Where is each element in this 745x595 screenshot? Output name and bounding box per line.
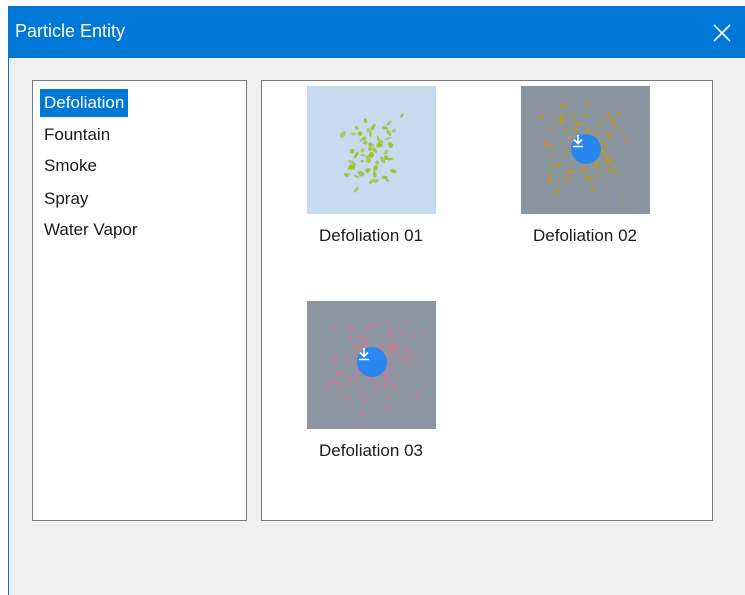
leaf-particle <box>560 139 564 144</box>
leaf-particle <box>364 119 368 124</box>
gallery-item-label: Defoliation 01 <box>319 226 423 245</box>
title-bar: Particle Entity <box>9 7 745 58</box>
download-icon[interactable] <box>571 134 601 164</box>
particle-gallery: Defoliation 01 Defoliation 02 Defoliatio… <box>261 80 713 521</box>
gallery-item-defoliation-01[interactable] <box>307 86 436 214</box>
gallery-item-label: Defoliation 02 <box>533 226 637 245</box>
download-icon[interactable] <box>357 347 387 377</box>
leaf-particle <box>345 358 352 364</box>
gallery-item-defoliation-02[interactable] <box>521 86 650 214</box>
category-item-water-vapor[interactable]: Water Vapor <box>40 216 142 244</box>
particle-entity-dialog: Particle Entity Defoliation Fountain Smo… <box>8 6 745 595</box>
particle-preview-image <box>307 86 436 214</box>
category-item-smoke[interactable]: Smoke <box>40 152 101 180</box>
category-item-defoliation[interactable]: Defoliation <box>40 89 129 117</box>
category-item-spray[interactable]: Spray <box>40 185 92 213</box>
gallery-item-label: Defoliation 03 <box>319 441 423 460</box>
close-button[interactable] <box>699 7 745 58</box>
dialog-title: Particle Entity <box>15 21 126 41</box>
category-item-fountain[interactable]: Fountain <box>40 121 114 149</box>
close-icon <box>713 23 731 42</box>
gallery-item-defoliation-03[interactable] <box>307 301 436 429</box>
category-list[interactable]: Defoliation Fountain Smoke Spray Water V… <box>32 80 247 521</box>
